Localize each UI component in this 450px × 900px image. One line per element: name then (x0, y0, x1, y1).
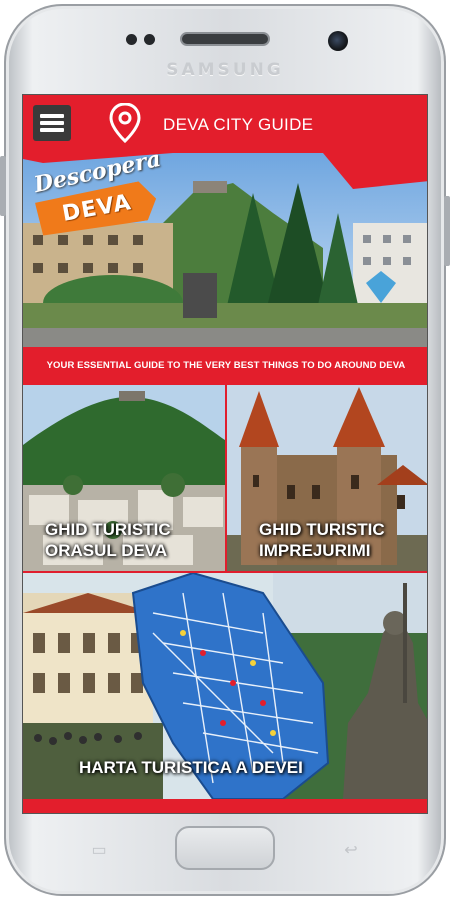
app-screen: DEVA CITY GUIDE Descopera DEVA YOUR ESSE… (22, 94, 428, 814)
back-arrow-icon[interactable]: ↩ (338, 840, 364, 859)
light-sensor (144, 34, 155, 45)
proximity-sensor (126, 34, 137, 45)
tile-label-line: HARTA TURISTICA A DEVEI (79, 758, 303, 777)
app-bar: DEVA CITY GUIDE (23, 95, 427, 155)
tile-label-line: GHID TURISTIC (45, 520, 171, 539)
tile-label: HARTA TURISTICA A DEVEI (79, 757, 303, 778)
tile-label-line: GHID TURISTIC (259, 520, 385, 539)
tile-label-line: ORASUL DEVA (45, 541, 168, 560)
power-button (444, 196, 450, 266)
recent-apps-icon[interactable]: ▭ (86, 840, 112, 859)
location-pin-icon (109, 103, 141, 143)
earpiece (180, 32, 270, 46)
tile-label-line: IMPREJURIMI (259, 541, 371, 560)
tile-city-guide[interactable]: GHID TURISTIC ORASUL DEVA (23, 385, 225, 571)
tile-label: GHID TURISTIC ORASUL DEVA (45, 519, 171, 561)
app-title: DEVA CITY GUIDE (163, 115, 314, 134)
brand-logo: SAMSUNG (166, 60, 284, 80)
tile-tourist-map[interactable]: HARTA TURISTICA A DEVEI (23, 573, 427, 799)
bottom-accent-bar (23, 799, 427, 813)
home-button[interactable] (175, 826, 275, 870)
tile-label: GHID TURISTIC IMPREJURIMI (259, 519, 385, 561)
front-camera (328, 31, 348, 51)
hero-banner: Descopera DEVA (23, 153, 427, 347)
hamburger-menu-icon[interactable] (33, 105, 71, 141)
tile-surroundings-guide[interactable]: GHID TURISTIC IMPREJURIMI (227, 385, 427, 571)
volume-button (0, 156, 6, 216)
tagline: YOUR ESSENTIAL GUIDE TO THE VERY BEST TH… (23, 347, 427, 385)
